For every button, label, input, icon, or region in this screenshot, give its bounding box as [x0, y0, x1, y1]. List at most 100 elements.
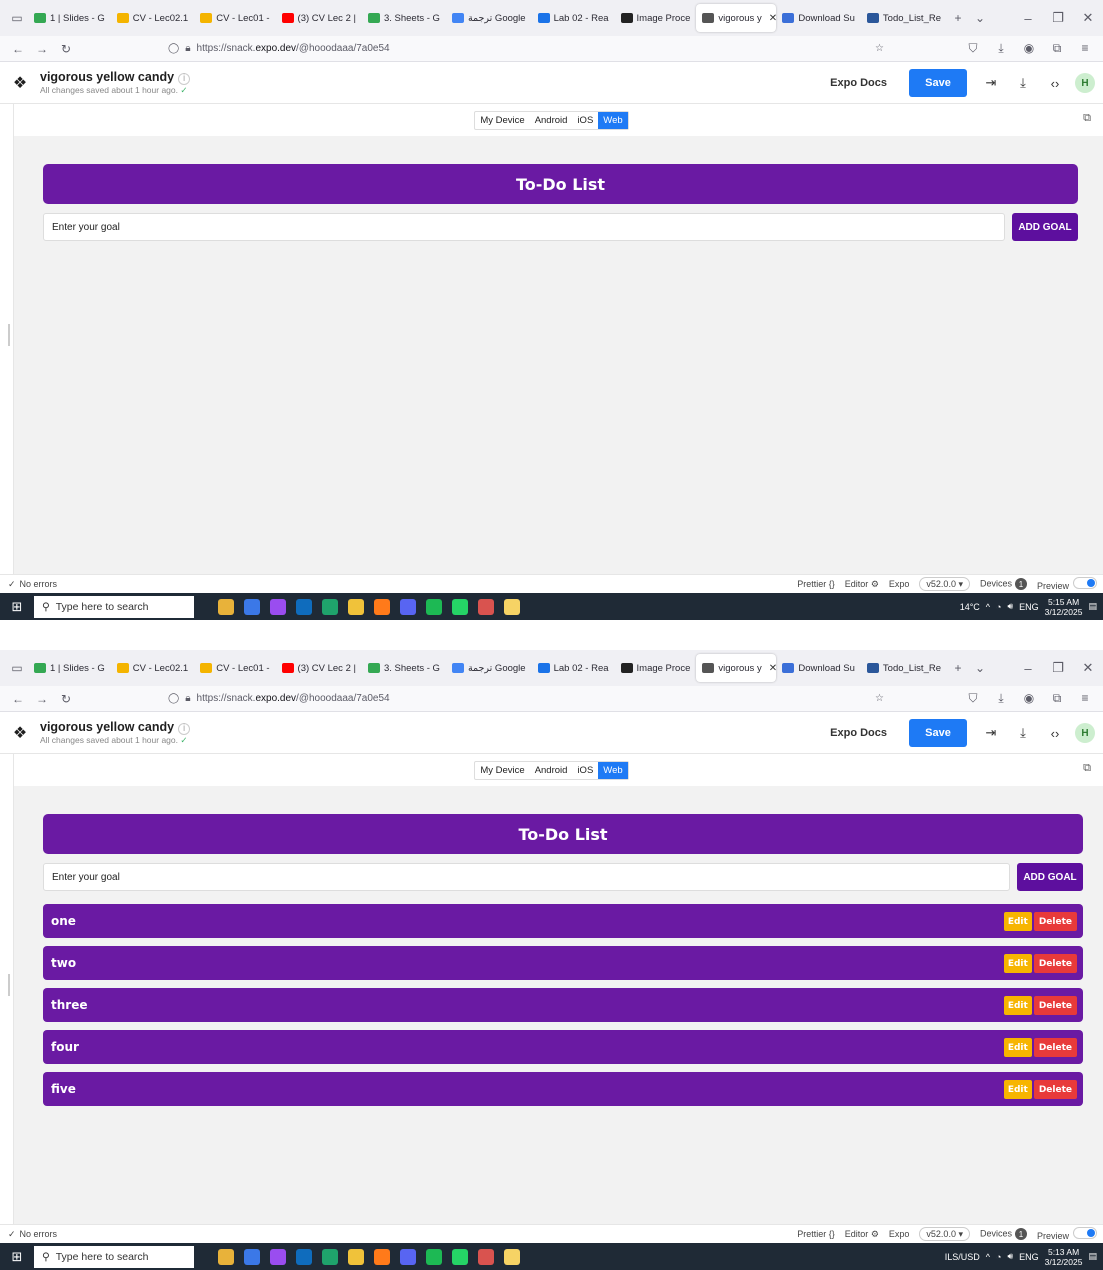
browser-tab[interactable]: vigorous y ✕: [696, 654, 777, 682]
delete-button[interactable]: Delete: [1033, 954, 1077, 973]
menu-icon[interactable]: ≡: [1073, 691, 1097, 706]
arrow-right-icon[interactable]: →: [30, 42, 54, 56]
browser-tab[interactable]: Lab 02 - Rea: [532, 4, 615, 32]
minimize-icon[interactable]: –: [1013, 11, 1043, 26]
store-icon[interactable]: [504, 598, 520, 615]
edit-button[interactable]: Edit: [1003, 996, 1032, 1015]
browser-tab[interactable]: CV - Lec02.1: [111, 4, 194, 32]
code-icon[interactable]: ‹›: [1039, 76, 1071, 91]
delete-button[interactable]: Delete: [1033, 996, 1077, 1015]
volume-icon[interactable]: 🔊︎: [1007, 601, 1013, 612]
star-icon[interactable]: ☆: [875, 43, 884, 54]
device-tab-my-device[interactable]: My Device: [475, 762, 529, 779]
delete-button[interactable]: Delete: [1033, 1080, 1077, 1099]
task-view-icon[interactable]: [244, 1248, 260, 1265]
language-indicator[interactable]: ENG: [1019, 602, 1039, 612]
chevron-up-icon[interactable]: ^: [986, 602, 990, 612]
editor-settings[interactable]: Editor ⚙: [845, 1229, 879, 1240]
arrow-right-icon[interactable]: →: [30, 692, 54, 706]
file-explorer-icon[interactable]: [348, 598, 364, 615]
new-tab-icon[interactable]: +: [947, 657, 969, 679]
preview-toggle[interactable]: Preview: [1037, 1227, 1097, 1241]
arrow-left-icon[interactable]: ←: [6, 692, 30, 706]
device-tab-web[interactable]: Web: [598, 111, 628, 129]
code-icon[interactable]: ‹›: [1039, 726, 1071, 741]
browser-tab[interactable]: CV - Lec01 -: [194, 4, 275, 32]
browser-tab[interactable]: CV - Lec01 -: [194, 654, 275, 682]
app-icon[interactable]: [270, 598, 286, 615]
export-icon[interactable]: ⇥: [975, 725, 1007, 741]
restore-icon[interactable]: ❐: [1043, 660, 1073, 676]
edit-button[interactable]: Edit: [1003, 912, 1032, 931]
whatsapp-icon[interactable]: [452, 598, 468, 615]
device-tab-android[interactable]: Android: [530, 762, 573, 779]
app-icon[interactable]: [478, 1248, 494, 1265]
widgets-icon[interactable]: [218, 1248, 234, 1265]
add-goal-button[interactable]: ADD GOAL: [1012, 213, 1078, 241]
browser-tab[interactable]: 1 | Slides - G: [28, 654, 111, 682]
discord-icon[interactable]: [400, 598, 416, 615]
device-tab-web[interactable]: Web: [598, 761, 628, 779]
add-goal-button[interactable]: ADD GOAL: [1017, 863, 1083, 891]
windows-start-icon[interactable]: ⊞: [0, 1249, 34, 1265]
edge-icon[interactable]: [322, 598, 338, 615]
browser-tab[interactable]: (3) CV Lec 2 |: [276, 4, 362, 32]
expo-docs-link[interactable]: Expo Docs: [830, 727, 887, 739]
expo-docs-link[interactable]: Expo Docs: [830, 77, 887, 89]
avatar[interactable]: H: [1075, 723, 1095, 743]
close-tab-icon[interactable]: ✕: [769, 13, 777, 24]
task-view-icon[interactable]: [244, 598, 260, 615]
devices-button[interactable]: Devices 1: [980, 578, 1027, 590]
browser-tab[interactable]: Image Proce: [615, 654, 697, 682]
chevron-down-icon[interactable]: ⌄: [969, 7, 991, 29]
download-icon[interactable]: ⤓: [1007, 75, 1039, 91]
expo-logo-icon[interactable]: ❖: [0, 723, 40, 743]
tab-list-icon[interactable]: ▭: [6, 657, 28, 679]
reload-icon[interactable]: ↻: [54, 692, 78, 706]
language-indicator[interactable]: ENG: [1019, 1252, 1039, 1262]
browser-tab[interactable]: vigorous y ✕: [696, 4, 777, 32]
save-button[interactable]: Save: [909, 69, 967, 97]
tray-widget-text[interactable]: 14°C: [960, 602, 980, 612]
notification-icon[interactable]: ▤: [1088, 1251, 1097, 1262]
spotify-icon[interactable]: [426, 598, 442, 615]
info-icon[interactable]: i: [178, 722, 191, 735]
browser-tab[interactable]: Download Su: [776, 4, 861, 32]
device-tab-android[interactable]: Android: [530, 112, 573, 129]
edit-button[interactable]: Edit: [1003, 1038, 1032, 1057]
errors-status[interactable]: No errors: [20, 1229, 58, 1240]
avatar[interactable]: H: [1075, 73, 1095, 93]
spotify-icon[interactable]: [426, 1248, 442, 1265]
browser-tab[interactable]: ترجمة Google: [446, 654, 532, 682]
star-icon[interactable]: ☆: [875, 693, 884, 704]
menu-icon[interactable]: ≡: [1073, 41, 1097, 56]
project-title[interactable]: vigorous yellow candy i: [40, 720, 191, 735]
browser-tab[interactable]: ترجمة Google: [446, 4, 532, 32]
delete-button[interactable]: Delete: [1033, 1038, 1077, 1057]
tab-list-icon[interactable]: ▭: [6, 7, 28, 29]
windows-start-icon[interactable]: ⊞: [0, 599, 34, 615]
browser-tab[interactable]: Lab 02 - Rea: [532, 654, 615, 682]
project-title[interactable]: vigorous yellow candy i: [40, 70, 191, 85]
file-explorer-icon[interactable]: [348, 1248, 364, 1265]
account-icon[interactable]: ◉: [1017, 41, 1041, 56]
volume-icon[interactable]: 🔊︎: [1007, 1251, 1013, 1262]
close-window-icon[interactable]: ✕: [1073, 10, 1103, 26]
clock[interactable]: 5:15 AM 3/12/2025: [1045, 597, 1083, 617]
device-tab-ios[interactable]: iOS: [572, 762, 598, 779]
preview-toggle[interactable]: Preview: [1037, 577, 1097, 591]
discord-icon[interactable]: [400, 1248, 416, 1265]
url-bar[interactable]: ◯ 🔒︎ https://snack.expo.dev/@hooodaaa/7a…: [168, 38, 898, 60]
device-tab-ios[interactable]: iOS: [572, 112, 598, 129]
extensions-icon[interactable]: ⧉: [1045, 691, 1069, 706]
taskbar-search[interactable]: ⚲ Type here to search: [34, 595, 194, 618]
expo-logo-icon[interactable]: ❖: [0, 73, 40, 93]
browser-tab[interactable]: 1 | Slides - G: [28, 4, 111, 32]
notification-icon[interactable]: ▤: [1088, 601, 1097, 612]
goal-input[interactable]: Enter your goal: [43, 863, 1010, 891]
edit-button[interactable]: Edit: [1003, 954, 1032, 973]
download-icon[interactable]: ⤓: [989, 41, 1013, 56]
editor-settings[interactable]: Editor ⚙: [845, 579, 879, 590]
close-window-icon[interactable]: ✕: [1073, 660, 1103, 676]
browser-tab[interactable]: (3) CV Lec 2 |: [276, 654, 362, 682]
